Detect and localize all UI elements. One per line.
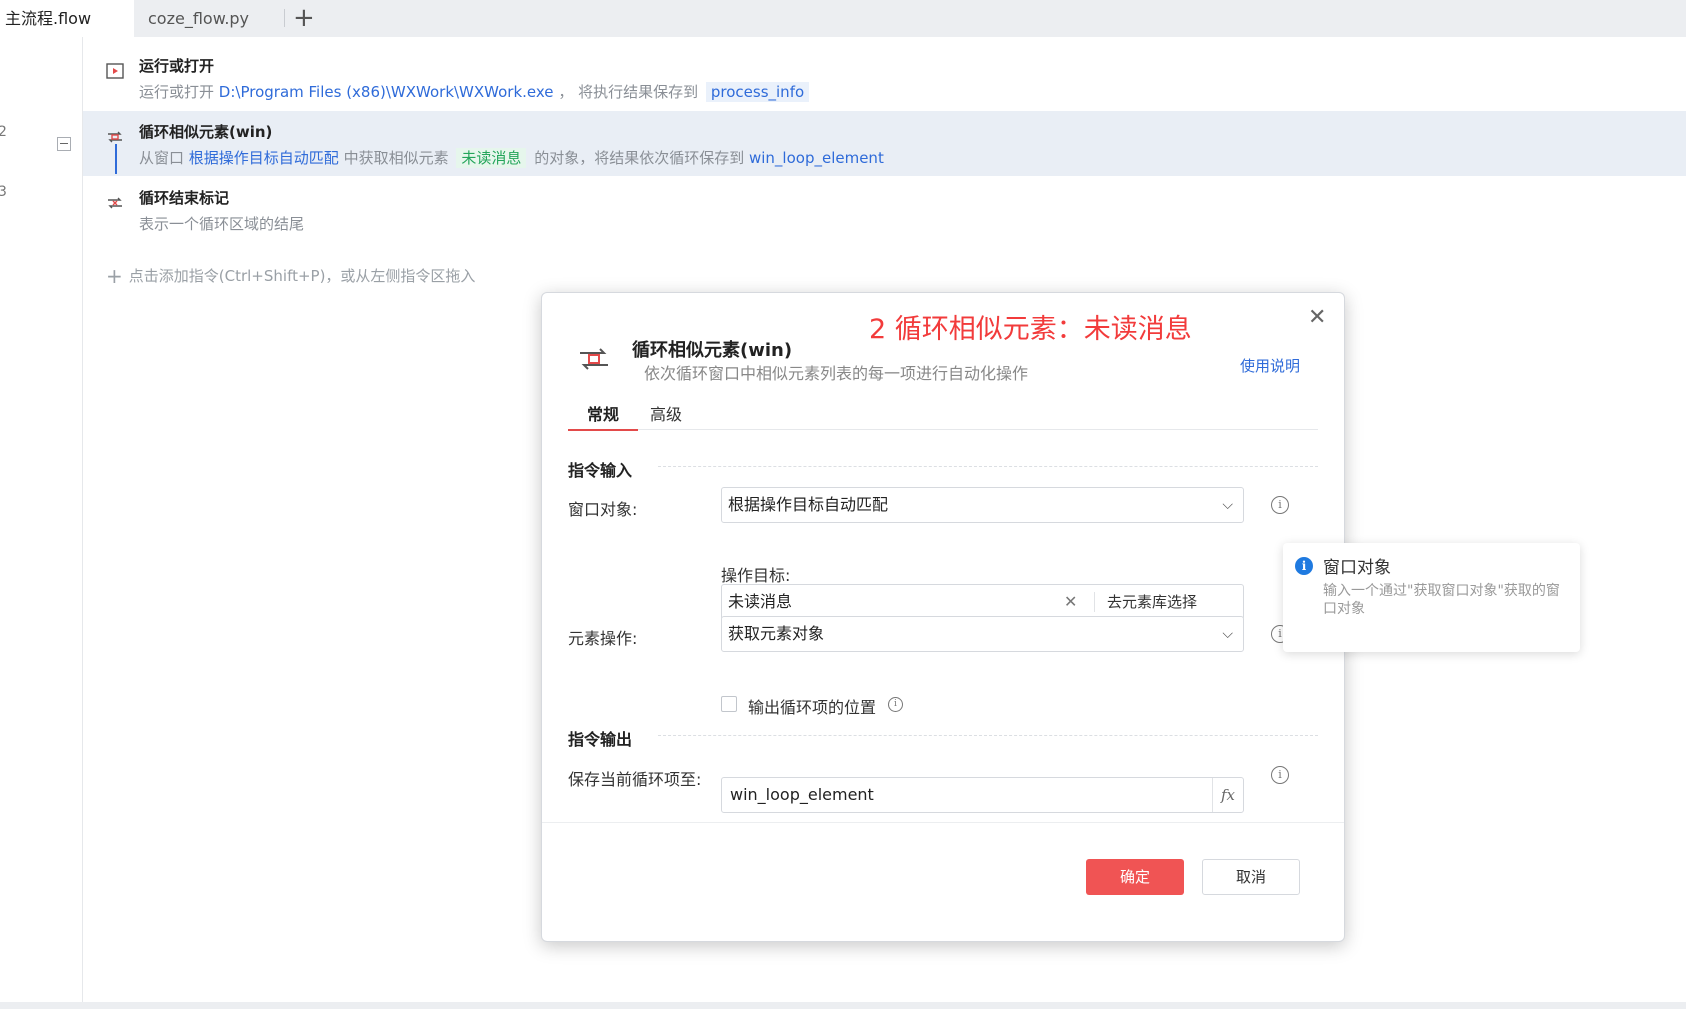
status-bar [0,1002,1686,1009]
plus-icon[interactable]: + [293,3,315,33]
info-icon[interactable]: i [1271,496,1289,514]
tab-main-flow[interactable]: 主流程.flow [0,0,134,37]
add-command-hint[interactable]: + 点击添加指令(Ctrl+Shift+P)，或从左侧指令区拖入 [106,264,475,288]
flow-step-run-or-open[interactable]: 运行或打开 运行或打开 D:\Program Files (x86)\WXWor… [83,45,1686,110]
flow-step-loop-end[interactable]: 循环结束标记 表示一个循环区域的结尾 [83,177,1686,242]
window-object-label: 窗口对象: [568,500,638,519]
section-divider [658,466,1318,467]
info-icon: i [1295,557,1313,575]
step-title: 循环相似元素(win) [139,123,273,141]
chevron-down-icon: ⌵ [1222,626,1233,642]
element-library-button[interactable]: 去元素库选择 [1107,585,1197,619]
close-icon[interactable]: ✕ [1308,305,1326,330]
line-number: 2 [0,124,7,140]
window-object-select[interactable]: 根据操作目标自动匹配 ⌵ [721,487,1244,523]
clear-icon[interactable]: ✕ [1064,585,1077,619]
output-position-label: 输出循环项的位置 [748,698,877,717]
tab-general[interactable]: 常规 [568,401,638,431]
tooltip-title: 窗口对象 [1323,558,1391,578]
footer-divider [542,822,1344,823]
annotation-text: 2 循环相似元素：未读消息 [869,314,1192,345]
save-variable-input[interactable]: win_loop_element fx [721,777,1244,813]
element-op-select[interactable]: 获取元素对象 ⌵ [721,616,1244,652]
info-icon[interactable]: i [1271,766,1289,784]
tab-bar: 主流程.flow coze_flow.py + [0,0,1686,37]
path-link[interactable]: D:\Program Files (x86)\WXWork\WXWork.exe [219,83,554,101]
step-description: 运行或打开 D:\Program Files (x86)\WXWork\WXWo… [139,81,812,102]
section-input-title: 指令输入 [568,461,633,480]
dialog-subtitle: 依次循环窗口中相似元素列表的每一项进行自动化操作 [644,364,1029,383]
plus-icon: + [106,264,123,288]
run-app-icon [106,63,124,79]
step-title: 运行或打开 [139,57,215,75]
dialog-tabs: 常规 高级 [568,389,1318,431]
fx-icon[interactable]: fx [1212,778,1243,812]
loop-similar-dialog: 2 循环相似元素：未读消息 ✕ 循环相似元素(win) 依次循环窗口中相似元素列… [541,292,1345,942]
loop-element-icon [580,348,608,370]
window-link[interactable]: 根据操作目标自动匹配 [189,149,339,167]
window-object-tooltip: i 窗口对象 输入一个通过"获取窗口对象"获取的窗口对象 [1283,543,1580,652]
save-label: 保存当前循环项至: [568,770,702,789]
step-description: 从窗口 根据操作目标自动匹配 中获取相似元素 未读消息 的对象，将结果依次循环保… [139,148,884,168]
collapse-toggle-icon[interactable] [57,137,71,151]
section-output-title: 指令输出 [568,730,633,749]
tab-coze-flow[interactable]: coze_flow.py [148,0,249,37]
variable-tag[interactable]: win_loop_element [749,149,884,167]
tab-advanced[interactable]: 高级 [650,401,682,425]
dialog-title: 循环相似元素(win) [632,340,793,361]
step-title: 循环结束标记 [139,189,230,207]
section-divider [658,735,1318,736]
help-link[interactable]: 使用说明 [1240,355,1300,376]
output-position-checkbox[interactable] [721,696,737,712]
flow-step-loop-similar[interactable]: 循环相似元素(win) 从窗口 根据操作目标自动匹配 中获取相似元素 未读消息 … [83,111,1686,176]
target-tag[interactable]: 未读消息 [456,148,527,168]
selection-indicator [115,144,117,174]
line-number: 3 [0,184,7,200]
loop-end-icon [108,197,122,209]
confirm-button[interactable]: 确定 [1086,859,1184,895]
cancel-button[interactable]: 取消 [1202,859,1300,895]
chevron-down-icon: ⌵ [1222,497,1233,513]
element-op-label: 元素操作: [568,629,638,648]
info-icon[interactable]: i [888,697,903,712]
target-label: 操作目标: [721,566,791,585]
tooltip-body: 输入一个通过"获取窗口对象"获取的窗口对象 [1323,583,1560,617]
target-input[interactable]: 未读消息 ✕ 去元素库选择 [721,584,1244,620]
step-description: 表示一个循环区域的结尾 [139,215,305,233]
tab-divider [284,9,285,27]
variable-tag[interactable]: process_info [705,82,810,102]
